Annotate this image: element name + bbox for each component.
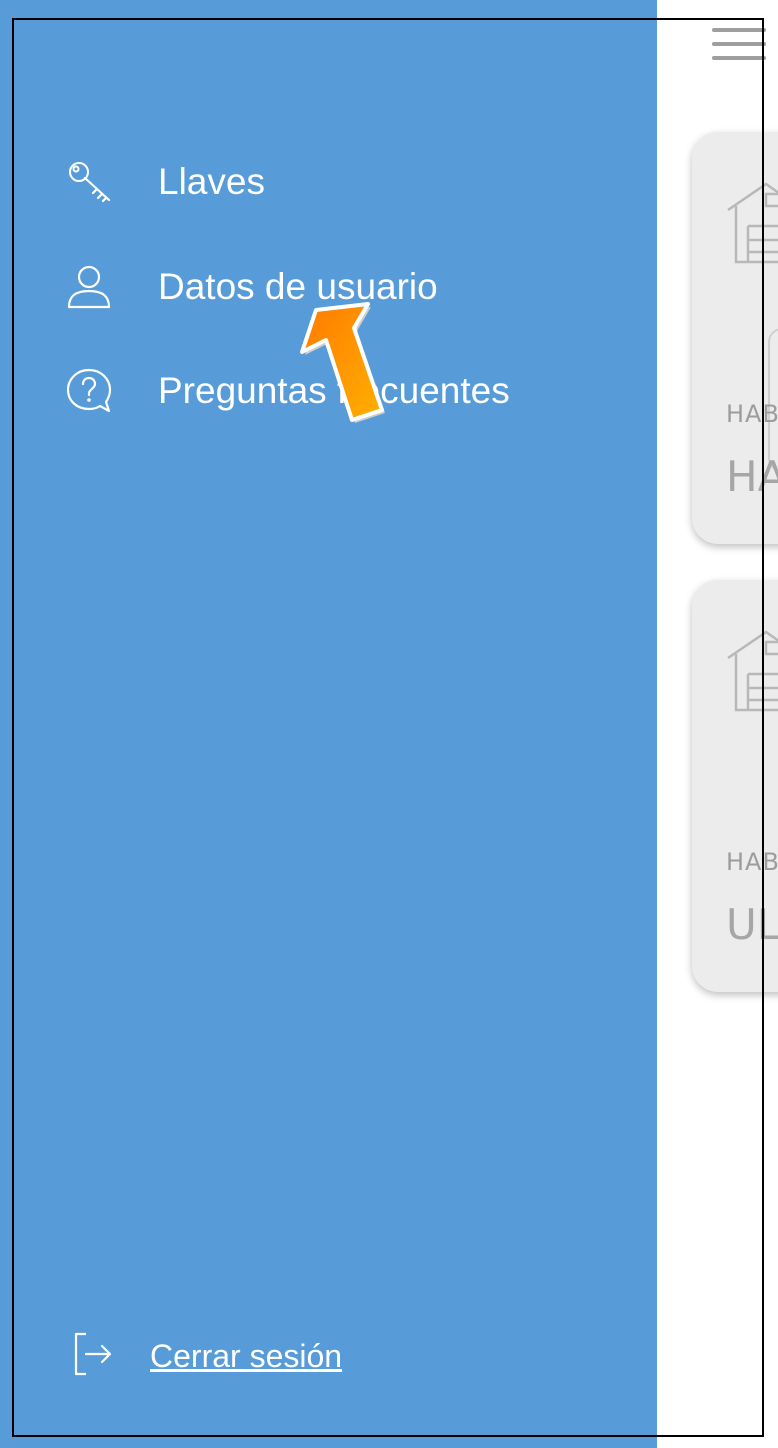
garage-house-icon <box>727 182 778 264</box>
drawer-item-label: Llaves <box>158 161 265 202</box>
drawer-item-label: Preguntas frecuentes <box>158 370 510 411</box>
logout-button[interactable]: Cerrar sesión <box>70 1326 342 1386</box>
room-card[interactable]: HAB HA <box>692 132 778 544</box>
drawer-item-preguntas-frecuentes[interactable]: Preguntas frecuentes <box>60 356 510 426</box>
card-title: HA <box>726 452 778 501</box>
logout-icon <box>70 1331 114 1381</box>
user-icon <box>60 258 118 316</box>
navigation-drawer: Llaves Datos de usuario Preguntas frecue… <box>0 0 657 1448</box>
help-chat-icon <box>60 362 118 420</box>
card-subtitle: HAB <box>726 848 778 876</box>
hamburger-menu-icon[interactable] <box>712 28 766 62</box>
card-title: UL <box>726 900 778 949</box>
drawer-item-datos-usuario[interactable]: Datos de usuario <box>60 252 438 322</box>
drawer-item-label: Datos de usuario <box>158 266 438 307</box>
garage-house-icon <box>727 630 778 712</box>
logout-label: Cerrar sesión <box>150 1337 343 1374</box>
app-screen: HAB HA HAB UL Llaves Datos de usuario Pr… <box>0 0 778 1448</box>
room-card[interactable]: HAB UL <box>692 580 778 992</box>
card-subtitle: HAB <box>726 400 778 428</box>
drawer-item-llaves[interactable]: Llaves <box>60 147 265 217</box>
key-icon <box>60 153 118 211</box>
